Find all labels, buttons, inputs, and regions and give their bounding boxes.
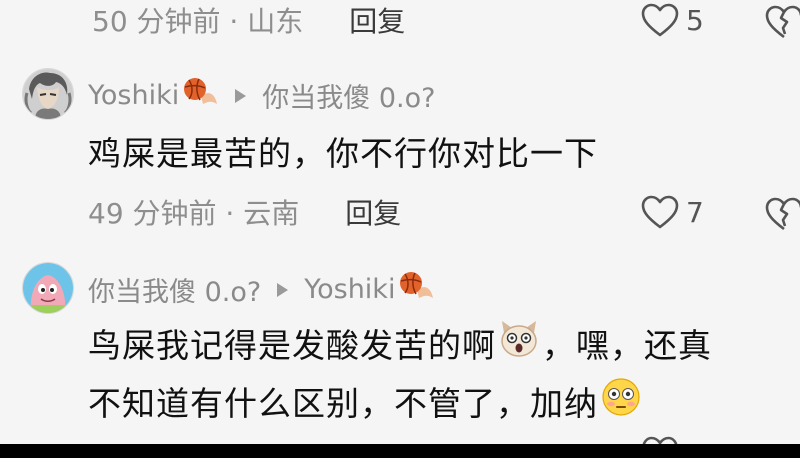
comment-body: 鸟屎我记得是发酸发苦的啊 ，嘿，还真 不知道有什么区别，不管了，加纳 — [88, 318, 712, 434]
comment-thread: 50 分钟前 · 山东 回复 5 Yoshiki 你当我傻 0.o? 鸡屎是最苦… — [0, 0, 800, 444]
like-count: 7 — [686, 195, 704, 229]
like-button[interactable]: 7 — [640, 194, 704, 230]
comment-line-part: 鸟屎我记得是发酸发苦的啊 — [88, 326, 496, 365]
author-name[interactable]: Yoshiki — [88, 80, 179, 111]
broken-heart-icon — [765, 197, 800, 231]
comment-header: 你当我傻 0.o? Yoshiki — [88, 270, 435, 309]
comment-line-part: ，嘿，还真 — [542, 326, 712, 365]
avatar[interactable] — [22, 262, 74, 314]
avatar[interactable] — [22, 68, 74, 120]
comment-line-part: 不知道有什么区别，不管了，加纳 — [88, 384, 598, 423]
dislike-button[interactable] — [764, 196, 800, 236]
reply-button[interactable]: 回复 — [345, 192, 401, 232]
heart-outline-icon — [642, 436, 678, 444]
triangle-right-icon — [277, 282, 289, 297]
triangle-right-icon — [235, 88, 247, 103]
heart-outline-icon — [641, 195, 679, 229]
comment-line: 鸟屎我记得是发酸发苦的啊 ，嘿，还真 — [88, 318, 712, 376]
basketball-flame-icon — [397, 270, 435, 309]
reply-to-name[interactable]: Yoshiki — [304, 274, 395, 305]
flushed-face-emoji — [600, 377, 642, 434]
comment-line: 鸡屎是最苦的，你不行你对比一下 — [88, 134, 598, 173]
comment-body: 鸡屎是最苦的，你不行你对比一下 — [88, 126, 598, 182]
heart-outline-icon — [641, 3, 679, 37]
comment-time-location: 50 分钟前 · 山东 — [92, 5, 304, 38]
dislike-button[interactable] — [764, 4, 800, 44]
like-button[interactable]: 5 — [640, 2, 704, 38]
reply-to-name[interactable]: 你当我傻 0.o? — [262, 76, 435, 115]
comment-meta-row: 49 分钟前 · 云南 回复 — [88, 192, 401, 232]
broken-heart-icon — [765, 5, 800, 39]
author-name[interactable]: 你当我傻 0.o? — [88, 270, 261, 309]
comment-line: 不知道有什么区别，不管了，加纳 — [88, 376, 712, 434]
comment-meta-row: 50 分钟前 · 山东 回复 — [92, 0, 405, 40]
avatar-image — [23, 69, 73, 119]
like-count: 5 — [686, 3, 704, 37]
shocked-cat-emoji — [498, 319, 540, 376]
comment-header: Yoshiki 你当我傻 0.o? — [88, 76, 435, 115]
reply-button[interactable]: 回复 — [349, 0, 405, 40]
comment-time-location: 49 分钟前 · 云南 — [88, 197, 300, 230]
like-button[interactable] — [640, 432, 680, 444]
basketball-flame-icon — [181, 76, 219, 115]
bottom-edge-bar — [0, 444, 800, 458]
avatar-image — [23, 263, 73, 313]
